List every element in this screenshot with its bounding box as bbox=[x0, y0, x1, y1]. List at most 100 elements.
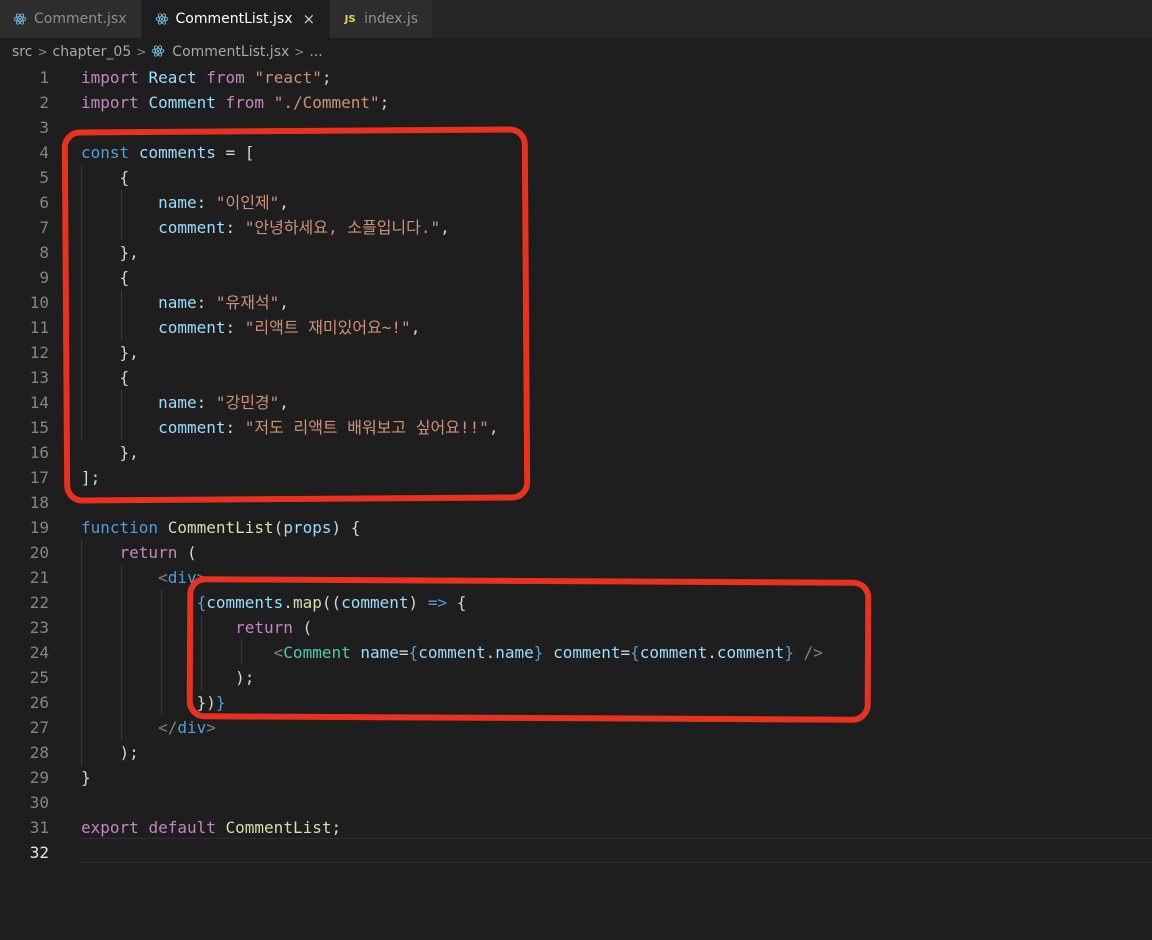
code-token: React bbox=[148, 68, 197, 87]
code-token: from bbox=[225, 93, 265, 112]
code-token: CommentList bbox=[167, 518, 274, 537]
chevron-right-icon: > bbox=[294, 45, 305, 59]
annotation-box-map-call bbox=[186, 576, 872, 723]
line-number: 9 bbox=[39, 268, 49, 287]
code-text[interactable]: </div> bbox=[81, 715, 216, 740]
code-line[interactable]: 31 export default CommentList; bbox=[0, 815, 1152, 840]
line-number: 1 bbox=[39, 68, 49, 87]
tab-label: index.js bbox=[364, 11, 419, 27]
line-number: 32 bbox=[29, 843, 49, 862]
tab-index-js[interactable]: JS index.js bbox=[330, 0, 434, 38]
tab-bar: Comment.jsx CommentList.jsx × JS index.j… bbox=[0, 0, 1152, 38]
code-token: return bbox=[119, 543, 178, 562]
breadcrumb-item-file[interactable]: CommentList.jsx bbox=[172, 44, 289, 60]
code-token: ; bbox=[321, 68, 332, 87]
breadcrumb: src > chapter_05 > CommentList.jsx > ... bbox=[0, 40, 1152, 64]
code-token: import bbox=[81, 93, 139, 112]
line-number: 14 bbox=[29, 393, 49, 412]
code-token: Comment bbox=[148, 93, 216, 112]
line-number: 5 bbox=[39, 168, 49, 187]
code-token: } bbox=[81, 768, 91, 787]
line-number: 12 bbox=[29, 343, 49, 362]
line-number: 8 bbox=[39, 243, 49, 262]
line-number: 2 bbox=[39, 93, 49, 112]
code-text[interactable]: function CommentList(props) { bbox=[81, 515, 360, 540]
line-number: 25 bbox=[29, 668, 49, 687]
line-number: 21 bbox=[29, 568, 49, 587]
code-token: function bbox=[81, 518, 159, 537]
code-text[interactable]: import Comment from "./Comment"; bbox=[81, 90, 389, 115]
tab-comment-jsx[interactable]: Comment.jsx bbox=[0, 0, 142, 38]
code-token: export bbox=[81, 818, 139, 837]
line-number: 11 bbox=[29, 318, 49, 337]
code-token: > bbox=[206, 718, 216, 737]
code-text[interactable]: import React from "react"; bbox=[81, 65, 332, 90]
code-token: props bbox=[283, 518, 332, 537]
line-number: 27 bbox=[29, 718, 49, 737]
code-token: ); bbox=[81, 743, 139, 762]
tab-label: CommentList.jsx bbox=[175, 11, 293, 27]
breadcrumb-item-symbol[interactable]: ... bbox=[309, 44, 322, 60]
chevron-right-icon: > bbox=[136, 45, 147, 59]
code-text[interactable]: return ( bbox=[81, 540, 197, 565]
code-token: </ bbox=[158, 718, 178, 737]
breadcrumb-item-src[interactable]: src bbox=[12, 44, 32, 60]
code-line[interactable]: 20 return ( bbox=[0, 540, 1152, 565]
tab-label: Comment.jsx bbox=[34, 11, 127, 27]
line-number: 13 bbox=[29, 368, 49, 387]
breadcrumb-item-chapter[interactable]: chapter_05 bbox=[53, 44, 132, 60]
code-line[interactable]: 28 ); bbox=[0, 740, 1152, 765]
line-number: 22 bbox=[29, 593, 49, 612]
react-icon bbox=[154, 11, 170, 27]
close-icon[interactable]: × bbox=[303, 10, 316, 28]
code-token: CommentList bbox=[225, 818, 332, 837]
line-number: 17 bbox=[29, 468, 49, 487]
code-token: ( bbox=[177, 543, 197, 562]
line-number: 7 bbox=[39, 218, 49, 237]
code-line[interactable]: 19 function CommentList(props) { bbox=[0, 515, 1152, 540]
line-number: 10 bbox=[29, 293, 49, 312]
line-number: 6 bbox=[39, 193, 49, 212]
line-number: 20 bbox=[29, 543, 49, 562]
line-number: 23 bbox=[29, 618, 49, 637]
code-token: from bbox=[206, 68, 245, 87]
code-token: ; bbox=[379, 93, 390, 112]
react-icon bbox=[12, 11, 28, 27]
code-line[interactable]: 2 import Comment from "./Comment"; bbox=[0, 90, 1152, 115]
line-number: 30 bbox=[29, 793, 49, 812]
line-number: 19 bbox=[29, 518, 49, 537]
annotation-box-comments-array bbox=[61, 126, 531, 504]
code-token: "./Comment" bbox=[273, 93, 380, 112]
code-token: < bbox=[158, 568, 168, 587]
line-number: 29 bbox=[29, 768, 49, 787]
code-text[interactable]: <div> bbox=[81, 565, 206, 590]
code-text[interactable]: ); bbox=[81, 740, 139, 765]
tab-commentlist-jsx[interactable]: CommentList.jsx × bbox=[141, 0, 331, 38]
code-line[interactable]: 30 bbox=[0, 790, 1152, 815]
code-token: div bbox=[177, 718, 207, 737]
code-token: ) { bbox=[331, 518, 361, 537]
code-token: ( bbox=[273, 518, 284, 537]
code-line[interactable]: 1 import React from "react"; bbox=[0, 65, 1152, 90]
line-number: 16 bbox=[29, 443, 49, 462]
code-line[interactable]: 32 bbox=[0, 840, 1152, 865]
code-text[interactable]: export default CommentList; bbox=[81, 815, 341, 840]
code-line[interactable]: 29} bbox=[0, 765, 1152, 790]
react-icon bbox=[151, 44, 167, 60]
line-number: 4 bbox=[39, 143, 49, 162]
line-number: 18 bbox=[29, 493, 49, 512]
chevron-right-icon: > bbox=[37, 45, 48, 59]
code-text[interactable]: } bbox=[81, 765, 91, 790]
